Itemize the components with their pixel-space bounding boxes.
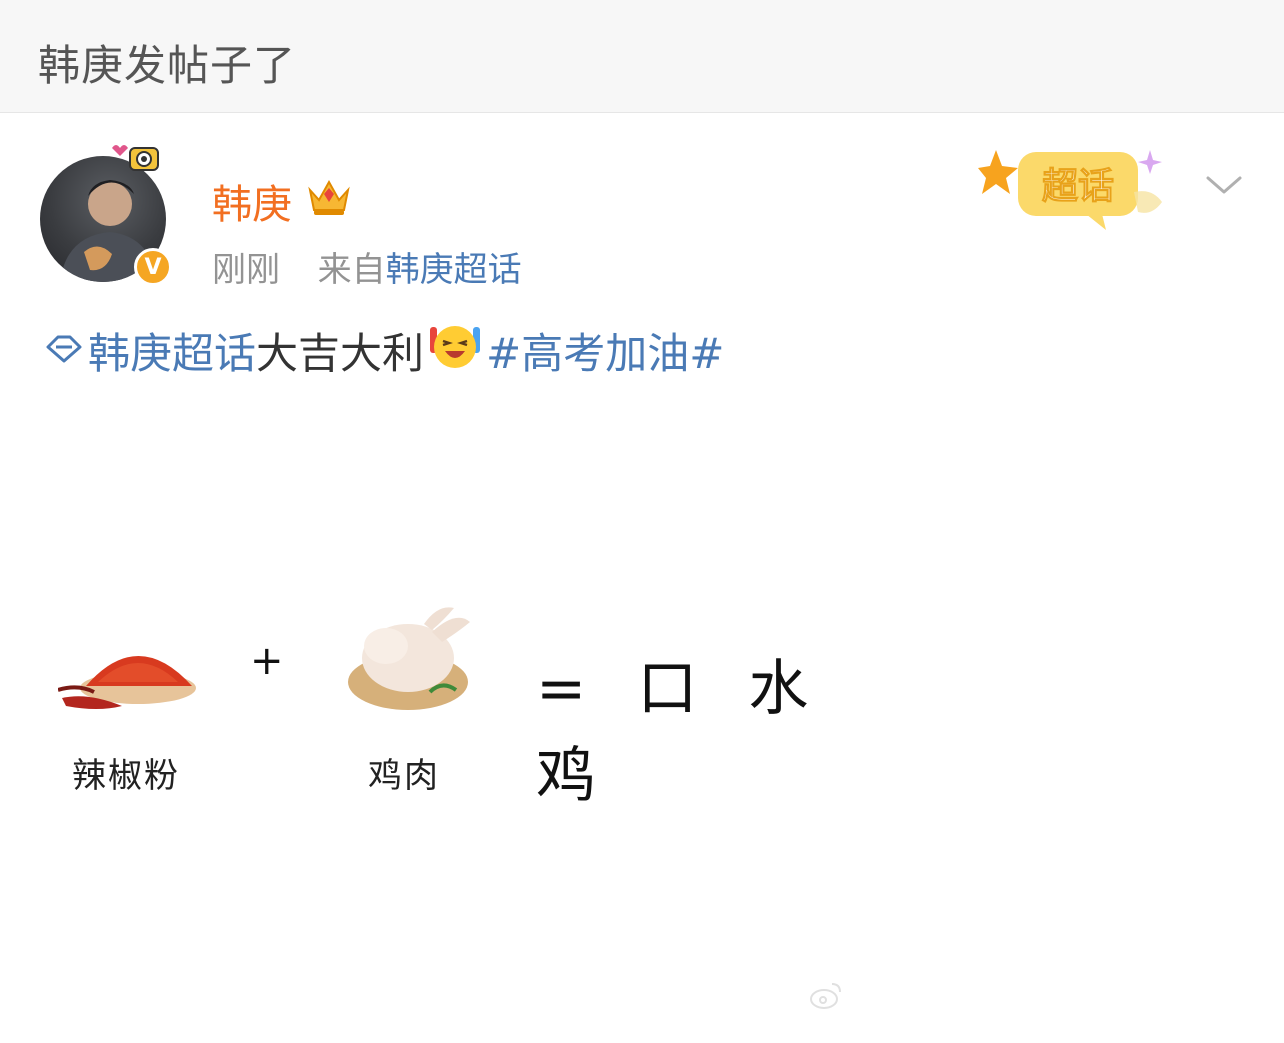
weibo-watermark-icon (808, 980, 844, 1014)
ingredient-label-chili: 辣椒粉 (72, 756, 180, 796)
excited-emoji-icon (428, 321, 482, 381)
post-time: 刚刚 (212, 250, 280, 290)
source-prefix: 来自 (317, 250, 386, 290)
plus-sign: + (250, 638, 284, 684)
topic-link[interactable]: 韩庚超话 (88, 320, 256, 381)
result-text: = 口 水 鸡 (536, 654, 825, 811)
supertopic-badge[interactable]: 超话 (978, 140, 1178, 236)
crown-icon (306, 176, 352, 222)
chicken-image (346, 602, 476, 718)
chevron-down-icon[interactable] (1204, 170, 1244, 204)
source-link[interactable]: 韩庚超话 (386, 250, 522, 290)
author-name[interactable]: 韩庚 (212, 172, 292, 230)
post-image[interactable]: + = 口 水 鸡 辣椒粉 鸡肉 (40, 560, 840, 820)
diamond-icon (44, 326, 84, 375)
camera-pendant-icon (104, 138, 164, 188)
top-bar: 韩庚发帖子了 (0, 0, 1284, 113)
post-body-text: 大吉大利 (256, 329, 425, 378)
ingredient-label-chicken: 鸡肉 (368, 756, 440, 796)
post-content: 韩庚超话 大吉大利 #高考加油# (44, 320, 724, 381)
hashtag-link[interactable]: #高考加油# (486, 320, 724, 381)
post-meta: 刚刚 来自韩庚超话 (212, 242, 522, 291)
supertopic-badge-label: 超话 (1042, 166, 1114, 207)
chili-powder-image (57, 632, 208, 726)
verified-badge-icon: V (134, 248, 172, 286)
page-title: 韩庚发帖子了 (38, 41, 297, 90)
